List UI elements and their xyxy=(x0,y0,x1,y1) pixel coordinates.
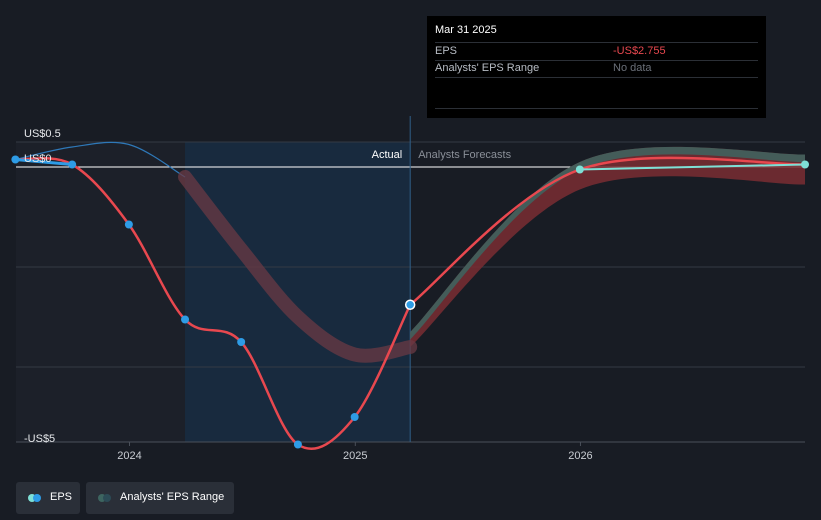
range-legend-icon-secondary xyxy=(103,494,111,502)
eps-point[interactable] xyxy=(293,440,302,449)
eps-point[interactable] xyxy=(181,315,190,324)
forecast-label: Analysts Forecasts xyxy=(418,149,511,161)
legend-eps-button[interactable]: EPS xyxy=(16,482,80,514)
y-tick-label: US$0.5 xyxy=(24,128,61,140)
eps-point[interactable] xyxy=(124,220,133,229)
tooltip-range-label: Analysts' EPS Range xyxy=(435,62,540,74)
tooltip-eps-value: -US$2.755 xyxy=(613,45,666,57)
forecast-point[interactable] xyxy=(801,160,809,169)
tooltip-row-eps: EPS -US$2.755 xyxy=(435,42,758,61)
legend-eps-label: EPS xyxy=(50,491,73,503)
x-tick-label: 2026 xyxy=(568,450,592,462)
eps-point[interactable] xyxy=(11,155,20,164)
legend-range-label: Analysts' EPS Range xyxy=(120,491,225,503)
eps-point[interactable] xyxy=(237,338,246,346)
legend-range-button[interactable]: Analysts' EPS Range xyxy=(86,482,234,514)
highlight-region xyxy=(185,142,411,442)
y-tick-label: US$0 xyxy=(24,153,52,165)
eps-tooltip: Mar 31 2025 EPS -US$2.755 Analysts' EPS … xyxy=(427,16,766,118)
y-tick-label: -US$5 xyxy=(24,433,55,445)
tooltip-row-range: Analysts' EPS Range No data xyxy=(435,60,758,78)
eps-point[interactable] xyxy=(404,299,416,310)
x-tick-label: 2025 xyxy=(343,450,367,462)
actual-label: Actual xyxy=(372,149,403,161)
tooltip-divider xyxy=(435,108,758,109)
tooltip-eps-label: EPS xyxy=(435,45,458,57)
forecast-point[interactable] xyxy=(575,165,584,174)
eps-point[interactable] xyxy=(350,413,359,421)
eps-point[interactable] xyxy=(68,160,77,169)
tooltip-date: Mar 31 2025 xyxy=(435,24,497,36)
x-tick-label: 2024 xyxy=(117,450,141,462)
eps-legend-icon-secondary xyxy=(33,494,41,502)
tooltip-range-value: No data xyxy=(613,62,652,74)
